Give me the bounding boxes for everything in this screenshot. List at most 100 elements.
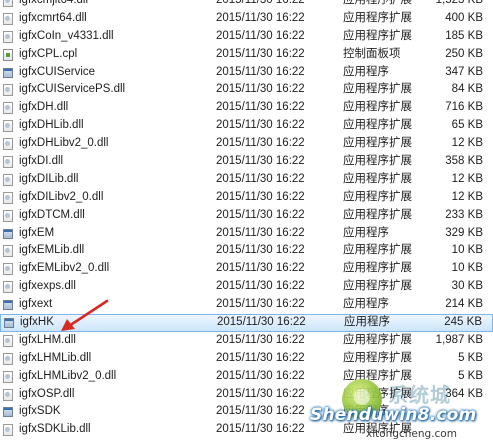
dll-file-icon — [3, 334, 13, 347]
file-date-modified: 2015/11/30 16:22 — [216, 137, 305, 150]
file-name: igfxLHMLibv2_0.dll — [19, 369, 117, 382]
watermark-brand: Shenduwin8.com — [310, 405, 477, 425]
file-size: 329 KB — [445, 226, 483, 239]
file-size: 716 KB — [445, 101, 483, 114]
file-row[interactable]: igfxexps.dll 2015/11/30 16:22 应用程序扩展 30 KB — [0, 278, 493, 296]
file-row[interactable]: igfxEMLibv2_0.dll 2015/11/30 16:22 应用程序扩展 1… — [0, 260, 493, 278]
file-size: 347 KB — [445, 65, 483, 78]
file-name: igfxDI.dll — [19, 155, 64, 168]
file-size: 1,987 KB — [435, 333, 483, 346]
file-type: 控制面板项 — [343, 47, 401, 60]
file-row[interactable]: igfxCUIServicePS.dll 2015/11/30 16:22 应用程序… — [0, 81, 493, 99]
dll-file-icon — [3, 424, 13, 437]
file-row[interactable]: igfxDI.dll 2015/11/30 16:22 应用程序扩展 358 KB — [0, 153, 493, 171]
red-arrow-annotation — [61, 299, 109, 331]
file-date-modified: 2015/11/30 16:22 — [216, 333, 305, 346]
dll-file-icon — [3, 12, 13, 25]
file-date-modified: 2015/11/30 16:22 — [216, 11, 305, 24]
dll-file-icon — [3, 370, 13, 383]
file-type: 应用程序扩展 — [343, 208, 412, 221]
file-name: igfxOSP.dll — [19, 387, 75, 400]
dll-file-icon — [3, 30, 13, 43]
file-name: igfxext — [19, 298, 53, 311]
application-icon — [3, 67, 13, 78]
file-date-modified: 2015/11/30 16:22 — [216, 155, 305, 168]
file-size: 30 KB — [451, 280, 483, 293]
file-name: igfxDHLibv2_0.dll — [19, 137, 109, 150]
file-row[interactable]: igfxDTCM.dll 2015/11/30 16:22 应用程序扩展 233 KB — [0, 207, 493, 225]
file-size: 214 KB — [445, 298, 483, 311]
file-row[interactable]: igfxLHMLib.dll 2015/11/30 16:22 应用程序扩展 5 KB — [0, 350, 493, 368]
file-date-modified: 2015/11/30 16:22 — [216, 423, 305, 436]
file-size: 84 KB — [451, 83, 483, 96]
file-date-modified: 2015/11/30 16:22 — [216, 226, 305, 239]
application-icon — [3, 407, 13, 418]
file-row[interactable]: igfxEM 2015/11/30 16:22 应用程序 329 KB — [0, 225, 493, 243]
file-row[interactable]: igfxEMLib.dll 2015/11/30 16:22 应用程序扩展 10 KB — [0, 242, 493, 260]
file-type: 应用程序扩展 — [343, 333, 412, 346]
file-type: 应用程序扩展 — [343, 0, 412, 6]
control-panel-file-icon — [3, 48, 13, 61]
file-row[interactable]: igfxDH.dll 2015/11/30 16:22 应用程序扩展 716 KB — [0, 99, 493, 117]
file-row[interactable]: igfxcmjit64.dll 2015/11/30 16:22 应用程序扩展 1,5… — [0, 0, 493, 10]
dll-file-icon — [3, 281, 13, 294]
file-row[interactable]: igfxCPL.cpl 2015/11/30 16:22 控制面板项 250 KB — [0, 46, 493, 64]
dll-file-icon — [3, 191, 13, 204]
file-type: 应用程序扩展 — [343, 351, 412, 364]
application-icon — [4, 318, 14, 329]
file-size: 245 KB — [444, 316, 482, 329]
file-type: 应用程序 — [343, 298, 389, 311]
file-date-modified: 2015/11/30 16:22 — [216, 65, 305, 78]
file-name: igfxCUIServicePS.dll — [19, 83, 126, 96]
file-row[interactable]: igfxDHLibv2_0.dll 2015/11/30 16:22 应用程序扩展 1… — [0, 135, 493, 153]
file-row[interactable]: igfxCoIn_v4331.dll 2015/11/30 16:22 应用程序扩展… — [0, 28, 493, 46]
file-type: 应用程序扩展 — [343, 11, 412, 24]
watermark-domain: xitongcheng.com — [366, 428, 457, 440]
file-type: 应用程序扩展 — [343, 101, 412, 114]
file-type: 应用程序扩展 — [343, 280, 412, 293]
application-icon — [3, 228, 13, 239]
file-size: 5 KB — [458, 351, 483, 364]
file-name: igfxDTCM.dll — [19, 208, 85, 221]
file-size: 1,523 KB — [435, 0, 483, 6]
file-date-modified: 2015/11/30 16:22 — [216, 101, 305, 114]
file-name: igfxDILibv2_0.dll — [19, 190, 104, 203]
file-name: igfxEM — [19, 226, 55, 239]
dll-file-icon — [3, 120, 13, 133]
file-row[interactable]: igfxcmrt64.dll 2015/11/30 16:22 应用程序扩展 400 … — [0, 10, 493, 28]
file-name: igfxEMLibv2_0.dll — [19, 262, 110, 275]
file-type: 应用程序扩展 — [343, 155, 412, 168]
file-name: igfxcmjit64.dll — [19, 0, 89, 6]
file-row[interactable]: igfxDILibv2_0.dll 2015/11/30 16:22 应用程序扩展 1… — [0, 189, 493, 207]
file-date-modified: 2015/11/30 16:22 — [216, 280, 305, 293]
file-name: igfxLHMLib.dll — [19, 351, 92, 364]
file-type: 应用程序扩展 — [343, 83, 412, 96]
file-size: 12 KB — [451, 190, 483, 203]
file-date-modified: 2015/11/30 16:22 — [216, 83, 305, 96]
dll-file-icon — [3, 138, 13, 151]
dll-file-icon — [3, 0, 13, 7]
file-size: 233 KB — [445, 208, 483, 221]
file-type: 应用程序扩展 — [343, 262, 412, 275]
file-name: igfxDH.dll — [19, 101, 69, 114]
file-name: igfxCUIService — [19, 65, 96, 78]
file-row[interactable]: igfxDILib.dll 2015/11/30 16:22 应用程序扩展 12 KB — [0, 171, 493, 189]
watermark: 系统城 Shenduwin8.com xitongcheng.com — [306, 375, 493, 448]
dll-file-icon — [3, 173, 13, 186]
file-row[interactable]: igfxCUIService 2015/11/30 16:22 应用程序 347 KB — [0, 64, 493, 82]
file-date-modified: 2015/11/30 16:22 — [216, 298, 305, 311]
file-date-modified: 2015/11/30 16:22 — [216, 351, 305, 364]
file-type: 应用程序扩展 — [343, 190, 412, 203]
file-size: 400 KB — [445, 11, 483, 24]
dll-file-icon — [3, 84, 13, 97]
file-size: 358 KB — [445, 155, 483, 168]
file-name: igfxHK — [20, 316, 54, 329]
watermark-ghost-text: 系统城 — [388, 383, 451, 407]
file-size: 12 KB — [451, 137, 483, 150]
file-name: igfxexps.dll — [19, 280, 76, 293]
file-date-modified: 2015/11/30 16:22 — [217, 316, 306, 329]
file-row[interactable]: igfxDHLib.dll 2015/11/30 16:22 应用程序扩展 65 KB — [0, 117, 493, 135]
file-size: 12 KB — [451, 172, 483, 185]
dll-file-icon — [3, 263, 13, 276]
file-size: 185 KB — [445, 29, 483, 42]
